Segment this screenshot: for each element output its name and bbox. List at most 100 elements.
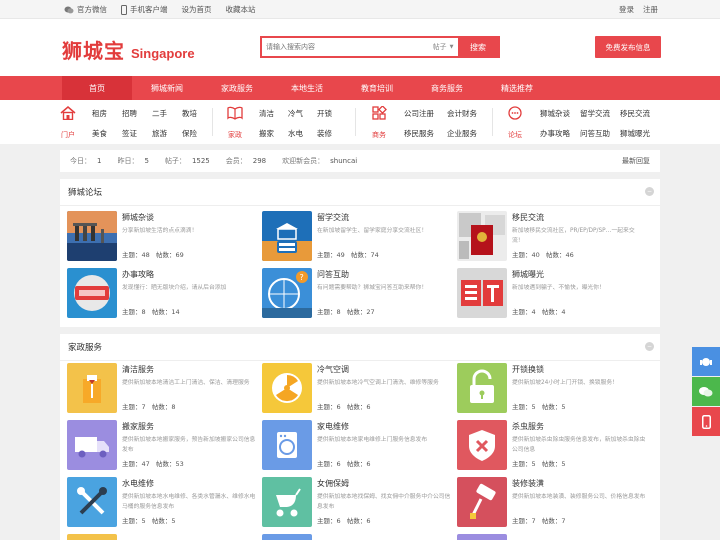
category-group-name[interactable]: 论坛 — [505, 130, 525, 140]
category-link[interactable]: 旅游 — [152, 128, 182, 139]
forum-card[interactable]: 移民交流 新加坡移民交流社区，PR/EP/DP/SP…一起来交流！ 主题：40 … — [457, 211, 647, 263]
customer-service-button[interactable] — [692, 347, 720, 376]
topics-count: 主题：7 — [512, 517, 536, 525]
category-group-name[interactable]: 门户 — [58, 130, 78, 140]
category-link[interactable]: 会计财务 — [447, 108, 490, 119]
grid-icon — [371, 105, 387, 122]
login-link[interactable]: 登录 — [619, 4, 634, 15]
category-link[interactable]: 装修 — [317, 128, 346, 139]
nav-housekeeping[interactable]: 家政服务 — [202, 76, 272, 100]
service-title[interactable]: 家电维修 — [317, 421, 349, 432]
search-input[interactable] — [262, 38, 428, 56]
category-link[interactable]: 移民服务 — [404, 128, 447, 139]
forum-title[interactable]: 办事攻略 — [122, 269, 154, 280]
service-card[interactable]: 杀虫服务 提供新加坡杀虫除虫服务信息发布，新加坡杀虫除虫公司信息 主题：5 帖数… — [457, 420, 647, 472]
nav-news[interactable]: 狮城新闻 — [132, 76, 202, 100]
official-wechat-link[interactable]: 官方微信 — [64, 4, 107, 15]
forum-card[interactable]: 狮城杂谈 分享新加坡生活的点点滴滴！ 主题：48 帖数：69 — [67, 211, 257, 263]
service-title[interactable]: 开锁换锁 — [512, 364, 544, 375]
category-group-name[interactable]: 家政 — [225, 130, 245, 140]
forum-description: 新加坡移民交流社区，PR/EP/DP/SP…一起来交流！ — [512, 228, 635, 244]
category-link[interactable]: 签证 — [122, 128, 152, 139]
wechat-button[interactable] — [692, 377, 720, 406]
mobile-button[interactable] — [692, 407, 720, 436]
nav-business[interactable]: 商务服务 — [412, 76, 482, 100]
service-card[interactable]: 冷气空调 提供新加坡本地冷气空调上门清洗、维修等服务 主题：6 帖数：6 — [262, 363, 452, 415]
collapse-icon[interactable]: − — [645, 342, 654, 351]
nav-education[interactable]: 教育培训 — [342, 76, 412, 100]
service-card[interactable]: 女佣保姆 提供新加坡本地找保姆、找女佣中介服务中介公司信息发布 主题：6 帖数：… — [262, 477, 452, 529]
service-title[interactable]: 装修装潢 — [512, 478, 544, 489]
site-logo[interactable]: 狮城宝 Singapore — [62, 35, 195, 64]
service-card[interactable]: 装修装潢 提供新加坡本地装潢、装修服务公司、价格信息发布 主题：7 帖数：7 — [457, 477, 647, 529]
forum-description: 新加坡遇到骗子、不愉快，曝光你！ — [512, 285, 605, 291]
category-link[interactable]: 公司注册 — [404, 108, 447, 119]
topics-count: 主题：6 — [317, 517, 341, 525]
service-card[interactable]: 清洁服务 提供新加坡本地清洁工上门清洁、保洁、清理服务 主题：7 帖数：8 — [67, 363, 257, 415]
forum-card[interactable]: 狮城曝光 新加坡遇到骗子、不愉快，曝光你！ 主题：4 帖数：4 — [457, 268, 647, 320]
category-link[interactable]: 美食 — [92, 128, 122, 139]
search-box: 帖子▼ 搜索 — [260, 36, 500, 58]
category-link[interactable]: 问答互助 — [580, 128, 620, 139]
stroller-icon — [262, 477, 312, 527]
service-title[interactable]: 冷气空调 — [317, 364, 349, 375]
posts-count: 帖数：6 — [346, 403, 371, 411]
forum-title[interactable]: 留学交流 — [317, 212, 349, 223]
category-link[interactable]: 教培 — [182, 108, 212, 119]
forum-stats: 主题：40 帖数：46 — [512, 249, 574, 259]
nav-home[interactable]: 首页 — [62, 76, 132, 100]
nav-featured[interactable]: 精选推荐 — [482, 76, 552, 100]
forum-card[interactable]: 办事攻略 发现懂行：晒无版块介绍，请从后台添加 主题：8 帖数：14 — [67, 268, 257, 320]
category-link[interactable]: 狮城曝光 — [620, 128, 660, 139]
category-link[interactable]: 保险 — [182, 128, 212, 139]
service-title[interactable]: 杀虫服务 — [512, 421, 544, 432]
service-card[interactable]: 搬家服务 提供新加坡本地搬家服务，预告新加坡搬家公司信息发布 主题：47 帖数：… — [67, 420, 257, 472]
category-link[interactable]: 企业服务 — [447, 128, 490, 139]
service-title[interactable]: 女佣保姆 — [317, 478, 349, 489]
category-link[interactable]: 开锁 — [317, 108, 346, 119]
post-free-info-button[interactable]: 免费发布信息 — [595, 36, 661, 58]
service-card[interactable]: 水电维修 提供新加坡本地水电维修、各类水管漏水、维修水电马桶的服务信息发布 主题… — [67, 477, 257, 529]
service-title[interactable]: 清洁服务 — [122, 364, 154, 375]
category-link[interactable]: 二手 — [152, 108, 182, 119]
category-bar: 门户 租房 招聘 二手 教培 美食 签证 旅游 保险 家政 清洁 冷气 开锁 搬… — [0, 100, 720, 144]
category-link[interactable]: 招聘 — [122, 108, 152, 119]
category-link[interactable]: 水电 — [288, 128, 317, 139]
category-link[interactable]: 办事攻略 — [540, 128, 580, 139]
category-link[interactable]: 留学交流 — [580, 108, 620, 119]
service-title[interactable]: 水电维修 — [122, 478, 154, 489]
latest-reply-link[interactable]: 最新回复 — [622, 150, 650, 172]
forum-thumbnail — [457, 211, 507, 261]
forum-card[interactable]: 留学交流 在新加坡留学生、留学家庭分享交流社区！ 主题：49 帖数：74 — [262, 211, 452, 263]
forum-title[interactable]: 移民交流 — [512, 212, 544, 223]
category-link[interactable]: 搬家 — [259, 128, 288, 139]
service-title[interactable]: 搬家服务 — [122, 421, 154, 432]
forum-title[interactable]: 狮城曝光 — [512, 269, 544, 280]
service-card[interactable]: 家电维修 提供新加坡本地家电维修上门服务信息发布 主题：6 帖数：6 — [262, 420, 452, 472]
nav-local-life[interactable]: 本地生活 — [272, 76, 342, 100]
search-type-select[interactable]: 帖子 ▼ — [428, 38, 458, 56]
lock-icon — [457, 363, 507, 413]
forum-card[interactable]: ? 问答互助 有问题需要帮助？狮城宝问答互助来帮你！ 主题：8 帖数：27 — [262, 268, 452, 320]
forum-title[interactable]: 狮城杂谈 — [122, 212, 154, 223]
topics-count: 主题：49 — [317, 251, 345, 259]
category-link[interactable]: 狮城杂谈 — [540, 108, 580, 119]
category-link[interactable]: 移民交流 — [620, 108, 660, 119]
search-button[interactable]: 搜索 — [458, 38, 498, 56]
mobile-client-link[interactable]: 手机客户端 — [121, 4, 168, 15]
category-link[interactable]: 清洁 — [259, 108, 288, 119]
register-link[interactable]: 注册 — [643, 4, 658, 15]
category-link[interactable]: 租房 — [92, 108, 122, 119]
forum-thumbnail — [67, 211, 117, 261]
collapse-icon[interactable]: − — [645, 187, 654, 196]
wechat-icon — [699, 386, 713, 396]
aircon-icon — [262, 363, 312, 413]
bookmark-link[interactable]: 收藏本站 — [226, 4, 256, 15]
newest-member-link[interactable]: shuncai — [330, 157, 357, 165]
service-card[interactable]: 开锁换锁 提供新加坡24小时上门开锁、换锁服务！ 主题：5 帖数：5 — [457, 363, 647, 415]
service-stats: 主题：6 帖数：6 — [317, 515, 370, 525]
forum-title[interactable]: 问答互助 — [317, 269, 349, 280]
set-homepage-link[interactable]: 设为首页 — [182, 4, 212, 15]
category-link[interactable]: 冷气 — [288, 108, 317, 119]
category-group-name[interactable]: 商务 — [369, 130, 389, 140]
